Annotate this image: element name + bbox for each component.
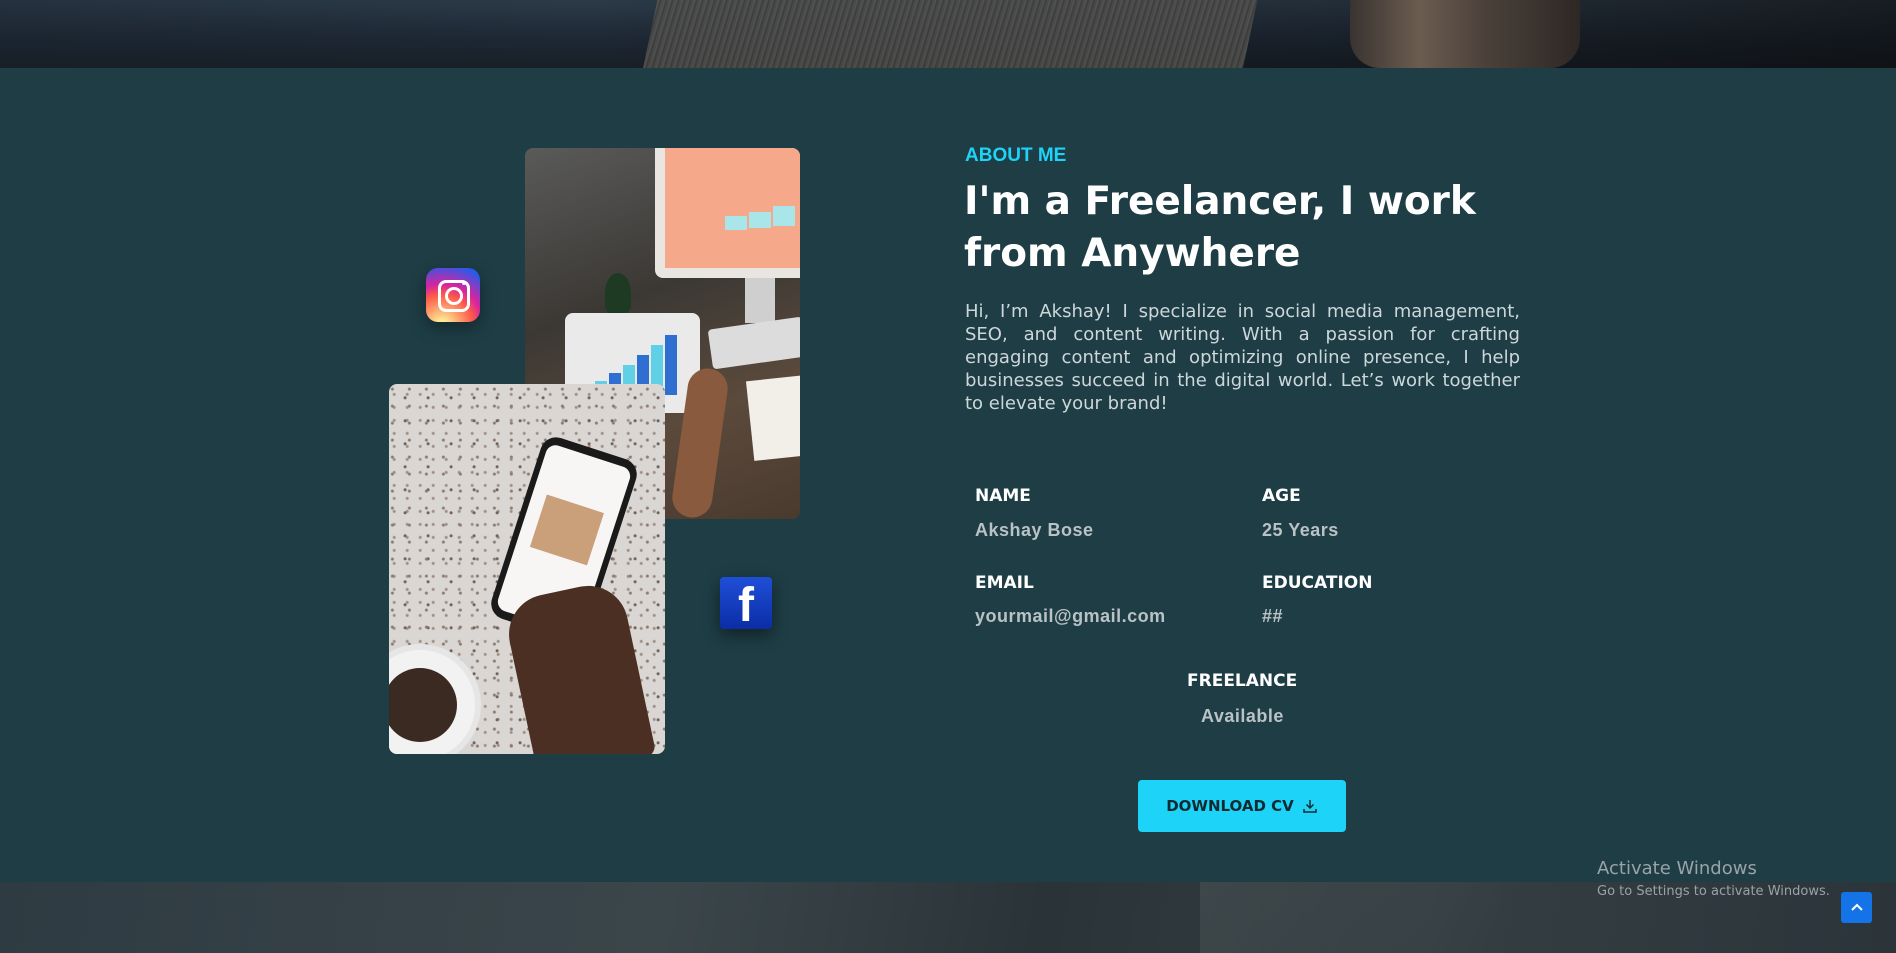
top-background-image <box>0 0 1896 68</box>
age-label: AGE <box>1262 486 1301 506</box>
keyboard <box>707 316 800 370</box>
coffee-cup <box>389 644 481 754</box>
plant <box>605 273 631 313</box>
email-label: EMAIL <box>975 573 1034 593</box>
name-label: NAME <box>975 486 1031 506</box>
freelance-label: FREELANCE <box>1187 671 1298 691</box>
freelance-value: Available <box>1201 706 1284 726</box>
wooden-dock <box>640 0 1260 68</box>
phone-photo <box>389 384 665 754</box>
download-icon <box>1303 800 1317 813</box>
instagram-icon[interactable] <box>426 268 480 322</box>
email-value[interactable]: yourmail@gmail.com <box>975 606 1166 627</box>
download-cv-label: DOWNLOAD CV <box>1166 797 1294 815</box>
back-to-top-button[interactable] <box>1841 892 1872 923</box>
section-label: ABOUT ME <box>965 145 1067 166</box>
page-title: I'm a Freelancer, I work from Anywhere <box>964 179 1476 276</box>
notebook <box>745 375 800 461</box>
activation-watermark-subtitle: Go to Settings to activate Windows. <box>1597 884 1830 899</box>
education-value: ## <box>1262 606 1284 626</box>
education-label: EDUCATION <box>1262 573 1373 593</box>
arrow-up-icon <box>1850 903 1863 911</box>
facebook-icon[interactable]: f <box>720 577 772 632</box>
bio-paragraph: Hi, I’m Akshay! I specialize in social m… <box>965 301 1520 414</box>
download-cv-button[interactable]: DOWNLOAD CV <box>1138 780 1346 832</box>
wooden-post <box>1350 0 1580 68</box>
hand <box>501 578 657 754</box>
activation-watermark-title: Activate Windows <box>1597 858 1757 879</box>
age-value: 25 Years <box>1262 520 1339 540</box>
name-value: Akshay Bose <box>975 520 1094 540</box>
monitor <box>655 148 800 278</box>
